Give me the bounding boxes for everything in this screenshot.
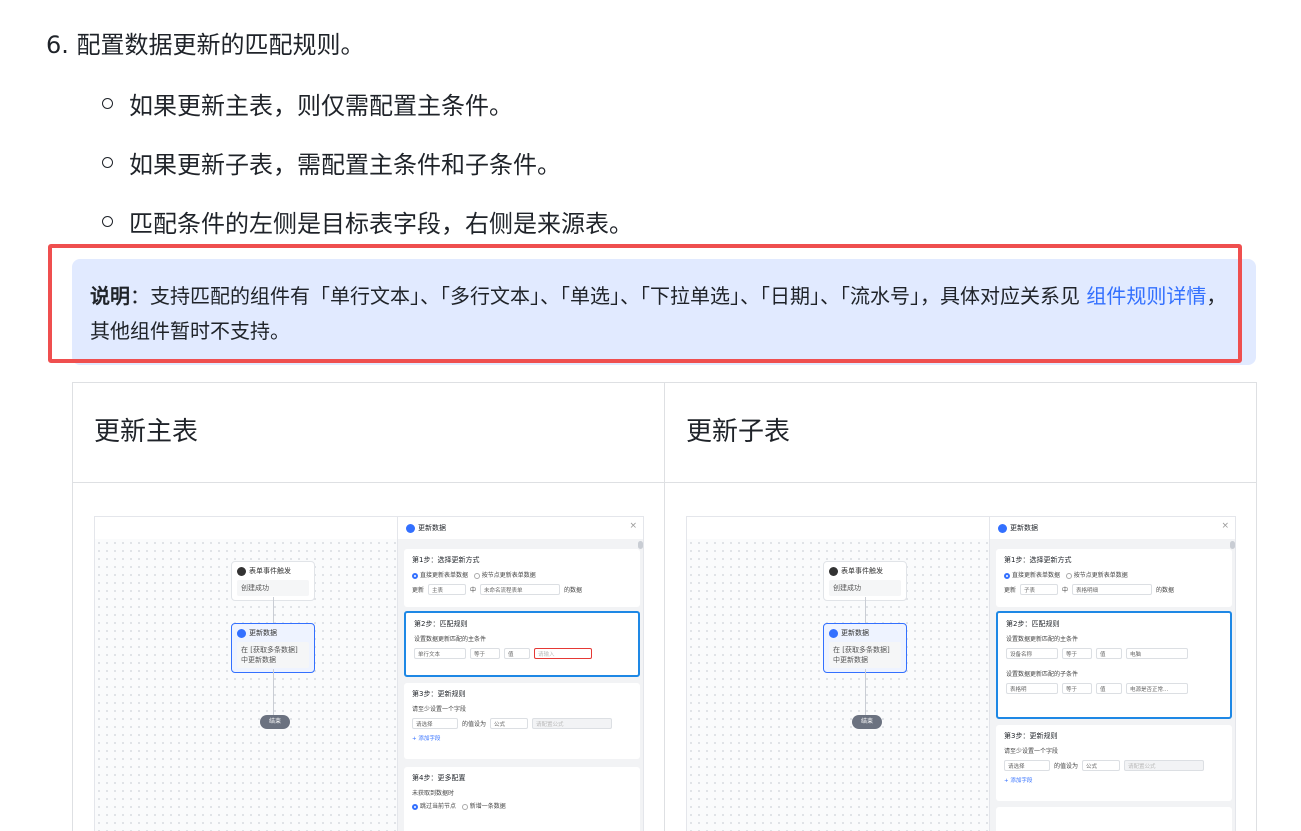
header-update-sub: 更新子表 bbox=[665, 383, 1257, 483]
value-input[interactable]: 电源是否正常... bbox=[1126, 683, 1188, 694]
step4-card: 第4步：更多配置 未获取到数据时 跳过当前节点 新增一条数据 bbox=[404, 767, 640, 831]
step-title: 6. 配置数据更新的匹配规则。 bbox=[46, 31, 365, 59]
radio-node[interactable] bbox=[473, 572, 480, 579]
panel-header: 更新数据 × bbox=[398, 517, 643, 539]
formula-select[interactable]: 公式 bbox=[1082, 760, 1121, 771]
value-type-select[interactable]: 值 bbox=[1096, 648, 1122, 659]
connector bbox=[865, 669, 866, 715]
comparison-table: 更新主表 更新子表 表单事件触发 创建成功 更新数据 在 [获取多条数据] 中更… bbox=[72, 382, 1257, 831]
radio-node[interactable] bbox=[1065, 572, 1072, 579]
formula-input[interactable]: 请配置公式 bbox=[532, 718, 613, 729]
connector bbox=[865, 597, 866, 623]
radio-direct[interactable] bbox=[412, 572, 418, 579]
panel-header: 更新数据 × bbox=[990, 517, 1235, 539]
scrollbar[interactable] bbox=[638, 541, 643, 549]
step2-card: 第2步：匹配规则 设置数据更新匹配的主条件 设备名称 等于值电脑 设置数据更新匹配… bbox=[996, 611, 1232, 719]
form-icon bbox=[829, 566, 838, 576]
end-node[interactable]: 结束 bbox=[852, 715, 882, 729]
step2-card: 第2步：匹配规则 设置数据更新匹配的主条件 单行文本 等于值请输入 bbox=[404, 611, 640, 677]
scrollbar[interactable] bbox=[1230, 541, 1235, 549]
connector bbox=[273, 669, 274, 715]
bullet-icon bbox=[102, 97, 113, 109]
end-node[interactable]: 结束 bbox=[260, 715, 290, 729]
value-type-select[interactable]: 值 bbox=[1096, 683, 1122, 694]
step1-card: 第1步：选择更新方式 直接更新表单数据 按节点更新表单数据 更新 主表中未命名流程… bbox=[404, 549, 640, 607]
operator-select[interactable]: 等于 bbox=[1062, 683, 1092, 694]
component-rules-link[interactable]: 组件规则详情 bbox=[1086, 284, 1206, 308]
list-item: 匹配条件的左侧是目标表字段，右侧是来源表。 bbox=[98, 204, 633, 238]
form-icon bbox=[237, 566, 246, 576]
update-icon bbox=[998, 523, 1007, 533]
field-select[interactable]: 请选择 bbox=[1004, 760, 1050, 771]
connector bbox=[273, 597, 274, 623]
config-panel: 更新数据 × 第1步：选择更新方式 直接更新表单数据 按节点更新表单数据 更新 子表… bbox=[989, 517, 1235, 831]
form-select[interactable]: 未命名流程表单 bbox=[480, 584, 561, 595]
header-update-main: 更新主表 bbox=[73, 383, 665, 483]
cell-update-sub: 表单事件触发 创建成功 更新数据 在 [获取多条数据] 中更新数据 结束 更新数… bbox=[665, 483, 1257, 831]
field-select[interactable]: 表格明 bbox=[1006, 683, 1058, 694]
table-kind-select[interactable]: 子表 bbox=[1020, 584, 1059, 595]
radio-direct[interactable] bbox=[1004, 572, 1010, 579]
update-icon bbox=[829, 628, 838, 638]
note-label: 说明 bbox=[90, 284, 130, 308]
value-input[interactable]: 电脑 bbox=[1126, 648, 1188, 659]
config-panel: 更新数据 × 第1步：选择更新方式 直接更新表单数据 按节点更新表单数据 更新 主表… bbox=[397, 517, 643, 831]
operator-select[interactable]: 等于 bbox=[470, 648, 500, 659]
field-select[interactable]: 设备名称 bbox=[1006, 648, 1058, 659]
bullet-icon bbox=[102, 215, 113, 227]
update-icon bbox=[406, 523, 415, 533]
trigger-node[interactable]: 表单事件触发 创建成功 bbox=[231, 561, 315, 601]
bullet-list: 如果更新主表，则仅需配置主条件。 如果更新子表，需配置主条件和子条件。 匹配条件… bbox=[98, 86, 633, 263]
trigger-node[interactable]: 表单事件触发 创建成功 bbox=[823, 561, 907, 601]
step4-card bbox=[996, 807, 1232, 831]
flow-canvas: 表单事件触发 创建成功 更新数据 在 [获取多条数据] 中更新数据 结束 bbox=[687, 517, 989, 831]
screenshot-update-sub: 表单事件触发 创建成功 更新数据 在 [获取多条数据] 中更新数据 结束 更新数… bbox=[686, 516, 1236, 831]
list-item: 如果更新主表，则仅需配置主条件。 bbox=[98, 86, 633, 120]
cell-update-main: 表单事件触发 创建成功 更新数据 在 [获取多条数据] 中更新数据 结束 更新数… bbox=[73, 483, 665, 831]
radio-add[interactable] bbox=[461, 803, 468, 810]
screenshot-update-main: 表单事件触发 创建成功 更新数据 在 [获取多条数据] 中更新数据 结束 更新数… bbox=[94, 516, 644, 831]
operator-select[interactable]: 等于 bbox=[1062, 648, 1092, 659]
field-select[interactable]: 请选择 bbox=[412, 718, 458, 729]
step3-card: 第3步：更新规则 请至少设置一个字段 请选择 的值设为 公式 请配置公式 + 添加字段 bbox=[404, 683, 640, 759]
add-field-link[interactable]: + 添加字段 bbox=[412, 734, 632, 742]
radio-skip[interactable] bbox=[412, 803, 418, 810]
update-node[interactable]: 更新数据 在 [获取多条数据] 中更新数据 bbox=[823, 623, 907, 673]
value-type-select[interactable]: 值 bbox=[504, 648, 530, 659]
close-icon[interactable]: × bbox=[629, 521, 637, 531]
add-field-link[interactable]: + 添加字段 bbox=[1004, 776, 1224, 784]
flow-canvas: 表单事件触发 创建成功 更新数据 在 [获取多条数据] 中更新数据 结束 bbox=[95, 517, 397, 831]
list-item: 如果更新子表，需配置主条件和子条件。 bbox=[98, 145, 633, 179]
formula-select[interactable]: 公式 bbox=[490, 718, 529, 729]
bullet-icon bbox=[102, 156, 113, 168]
field-select[interactable]: 单行文本 bbox=[414, 648, 466, 659]
update-icon bbox=[237, 628, 246, 638]
update-node[interactable]: 更新数据 在 [获取多条数据] 中更新数据 bbox=[231, 623, 315, 673]
form-select[interactable]: 表格明细 bbox=[1072, 584, 1153, 595]
formula-input[interactable]: 请配置公式 bbox=[1124, 760, 1205, 771]
step1-card: 第1步：选择更新方式 直接更新表单数据 按节点更新表单数据 更新 子表中表格明细的… bbox=[996, 549, 1232, 607]
note-callout: 说明：支持匹配的组件有「单行文本」、「多行文本」、「单选」、「下拉单选」、「日期… bbox=[72, 259, 1256, 365]
step3-card: 第3步：更新规则 请至少设置一个字段 请选择 的值设为 公式 请配置公式 + 添加字段 bbox=[996, 725, 1232, 801]
value-input[interactable]: 请输入 bbox=[534, 648, 592, 659]
close-icon[interactable]: × bbox=[1221, 521, 1229, 531]
table-kind-select[interactable]: 主表 bbox=[428, 584, 467, 595]
note-text: ：支持匹配的组件有「单行文本」、「多行文本」、「单选」、「下拉单选」、「日期」、… bbox=[130, 284, 1080, 308]
